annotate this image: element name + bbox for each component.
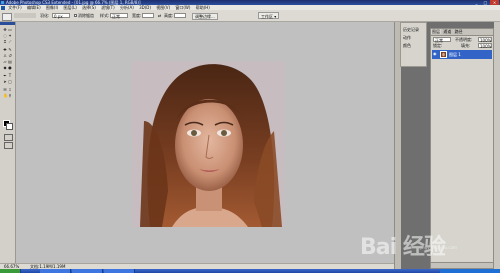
start-button[interactable] <box>0 269 21 273</box>
right-edge-strip <box>494 22 500 269</box>
blur-tool-icon[interactable]: ◆ <box>3 66 7 70</box>
zoom-tool-icon[interactable]: ⚲ <box>8 94 12 98</box>
crop-tool-icon[interactable]: ⌗ <box>3 40 7 44</box>
refine-edge-button[interactable]: 调整边缘... <box>192 13 218 20</box>
healing-brush-icon[interactable]: ✚ <box>3 48 7 52</box>
collapsed-panel-group: 历史记录 动作 颜色 <box>400 22 427 67</box>
taskbar-item[interactable] <box>104 269 135 273</box>
notes-tool-icon[interactable]: ✉ <box>3 88 7 92</box>
antialias-label: 消除锯齿 <box>78 13 94 18</box>
height-input[interactable] <box>174 13 186 18</box>
brush-tool-icon[interactable]: ✎ <box>8 48 12 52</box>
tab-channels[interactable]: 通道 <box>442 29 452 34</box>
width-input[interactable] <box>142 13 154 18</box>
magic-wand-icon[interactable]: ✦ <box>8 34 12 38</box>
marquee-tool-icon[interactable]: ▭ <box>8 28 12 32</box>
taskbar-item[interactable] <box>72 269 103 273</box>
tool-preset-picker[interactable] <box>2 13 12 21</box>
eyedropper-icon[interactable]: ⟟ <box>8 88 12 92</box>
taskbar <box>0 269 500 273</box>
portrait-image <box>132 61 285 227</box>
toolbox-header <box>0 22 15 25</box>
layers-bottom-toolbar <box>431 262 493 268</box>
screen-mode-icon[interactable] <box>4 142 13 149</box>
antialias-checkbox[interactable] <box>74 14 77 17</box>
taskbar-item[interactable] <box>40 269 71 273</box>
toolbox: ✥ ▭ ◌ ✦ ⌗ ⟋ ✚ ✎ ♙ ↺ ▱ ▤ ◆ ● ✒ T ➤ ▢ ✉ ⟟ … <box>0 22 16 269</box>
layer-name: 图层 1 <box>449 52 461 57</box>
quick-mask-icon[interactable] <box>4 134 13 141</box>
lasso-tool-icon[interactable]: ◌ <box>3 34 7 38</box>
selection-mode-icons[interactable] <box>14 13 36 18</box>
style-select[interactable]: 正常 <box>110 13 128 19</box>
panel-color[interactable]: 颜色 <box>403 43 411 48</box>
watermark-url: jingyan.baidu.com <box>420 245 457 250</box>
document-photo[interactable] <box>132 61 285 227</box>
pen-tool-icon[interactable]: ✒ <box>3 74 7 78</box>
history-brush-icon[interactable]: ↺ <box>8 54 12 58</box>
height-label: 高度: <box>164 13 174 18</box>
lock-label: 锁定: <box>433 43 443 48</box>
type-tool-icon[interactable]: T <box>8 74 12 78</box>
opacity-input[interactable]: 100% <box>478 37 492 43</box>
slice-tool-icon[interactable]: ⟋ <box>8 40 12 44</box>
panel-history[interactable]: 历史记录 <box>403 27 419 32</box>
width-label: 宽度: <box>132 13 142 18</box>
feather-label: 羽化: <box>40 13 50 18</box>
tab-paths[interactable]: 路径 <box>454 29 464 34</box>
layers-panel-tabs: 图层 通道 路径 <box>431 29 493 36</box>
gradient-tool-icon[interactable]: ▤ <box>8 60 12 64</box>
eye-visibility-icon[interactable]: ◉ <box>433 52 437 56</box>
eraser-tool-icon[interactable]: ▱ <box>3 60 7 64</box>
options-bar: 羽化: 0 px 消除锯齿 样式: 正常 宽度: ⇄ 高度: 调整边缘... 工… <box>0 10 500 22</box>
move-tool-icon[interactable]: ✥ <box>3 28 7 32</box>
style-label: 样式: <box>100 13 110 18</box>
background-color-swatch[interactable] <box>6 123 13 130</box>
workspace-button[interactable]: 工作区 ▾ <box>258 12 280 19</box>
system-tray[interactable] <box>440 269 500 273</box>
swap-icon[interactable]: ⇄ <box>158 13 161 18</box>
shape-tool-icon[interactable]: ▢ <box>8 80 12 84</box>
blend-mode-select[interactable]: 正常 <box>433 37 451 43</box>
fill-label: 填充: <box>461 43 471 48</box>
panel-actions[interactable]: 动作 <box>403 35 411 40</box>
dodge-tool-icon[interactable]: ● <box>8 66 12 70</box>
fill-input[interactable]: 100% <box>478 43 492 49</box>
photoshop-app-icon <box>1 1 4 4</box>
tab-layers[interactable]: 图层 <box>431 29 441 34</box>
opacity-label: 不透明度: <box>455 37 473 42</box>
path-select-icon[interactable]: ➤ <box>3 80 7 84</box>
layer-thumbnail <box>440 51 447 58</box>
clone-stamp-icon[interactable]: ♙ <box>3 54 7 58</box>
baidu-watermark: Bai 经验 jingyan.baidu.com <box>360 215 480 260</box>
hand-tool-icon[interactable]: ✋ <box>3 94 8 98</box>
feather-input[interactable]: 0 px <box>52 13 70 19</box>
layer-row-selected[interactable]: ◉ 图层 1 <box>432 50 492 59</box>
